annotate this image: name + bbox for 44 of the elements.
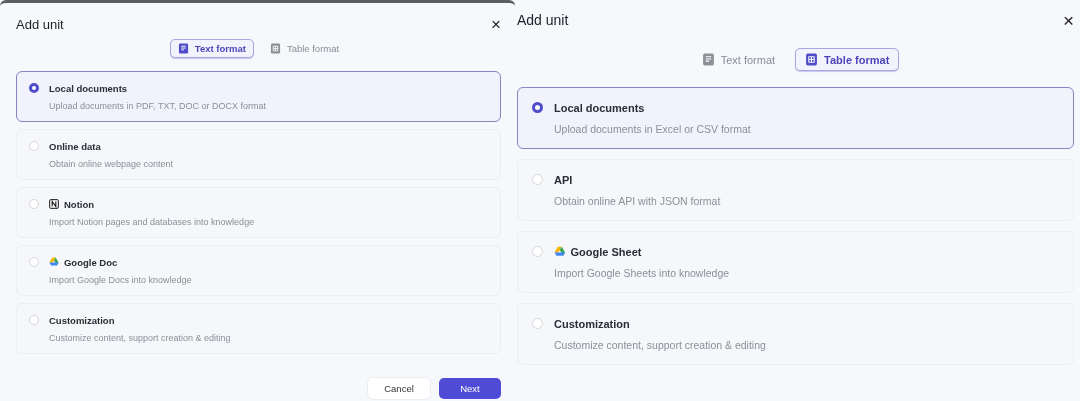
close-button[interactable]: ×: [1062, 10, 1074, 30]
option-title: Customization: [554, 317, 630, 330]
radio-button[interactable]: [29, 83, 39, 93]
option-card[interactable]: Online data Obtain online webpage content: [16, 129, 501, 180]
table-icon: [805, 53, 819, 66]
option-description: Import Notion pages and databases into knowledge: [49, 216, 256, 227]
option-description: Upload documents in PDF, TXT, DOC or DOCX format: [49, 100, 267, 111]
option-title: Google Doc: [63, 256, 118, 268]
option-card[interactable]: Google Doc Import Google Docs into knowledge: [16, 245, 501, 296]
option-card[interactable]: Google Sheet Import Google Sheets into knowledge: [517, 231, 1074, 293]
drive-logo-icon: [554, 246, 566, 257]
option-description: Obtain online API with JSON format: [554, 194, 722, 207]
radio-button[interactable]: [531, 102, 543, 113]
table-icon: [269, 43, 281, 54]
option-title: Customization: [49, 314, 115, 326]
next-button[interactable]: Next: [439, 378, 501, 399]
option-title: Online data: [49, 140, 101, 152]
dialog-title: Add unit: [16, 16, 64, 32]
option-card[interactable]: Local documents Upload documents in Excel or CSV format: [517, 87, 1074, 149]
option-title: Notion: [63, 198, 95, 210]
drive-logo-icon: [49, 257, 59, 267]
format-tab[interactable]: Table format: [795, 48, 900, 71]
notion-logo-icon: [49, 199, 59, 209]
option-card[interactable]: API Obtain online API with JSON format: [517, 159, 1074, 221]
option-card[interactable]: Local documents Upload documents in PDF, TXT, DOC or DOCX format: [16, 71, 501, 122]
option-description: Upload documents in Excel or CSV format: [554, 122, 752, 135]
option-description: Customize content, support creation & editing: [554, 338, 767, 351]
option-description: Import Google Sheets into knowledge: [554, 266, 731, 279]
option-description: Customize content, support creation & editing: [49, 332, 232, 343]
option-card[interactable]: Notion Import Notion pages and databases into knowledge: [16, 187, 501, 238]
option-description: Import Google Docs into knowledge: [49, 274, 193, 285]
option-title: Google Sheet: [570, 245, 642, 258]
option-title: Local documents: [49, 82, 128, 94]
format-tab[interactable]: Text format: [169, 39, 254, 58]
option-description: Obtain online webpage content: [49, 158, 175, 169]
close-button[interactable]: ×: [491, 15, 501, 33]
document-icon: [177, 43, 189, 54]
option-title: API: [554, 173, 573, 186]
document-icon: [701, 53, 715, 66]
dialog-title: Add unit: [517, 12, 569, 28]
option-card[interactable]: Customization Customize content, support creation & editing: [517, 303, 1074, 365]
option-title: Local documents: [554, 101, 645, 114]
option-card[interactable]: Customization Customize content, support creation & editing: [16, 303, 501, 354]
cancel-button[interactable]: Cancel: [368, 378, 430, 399]
